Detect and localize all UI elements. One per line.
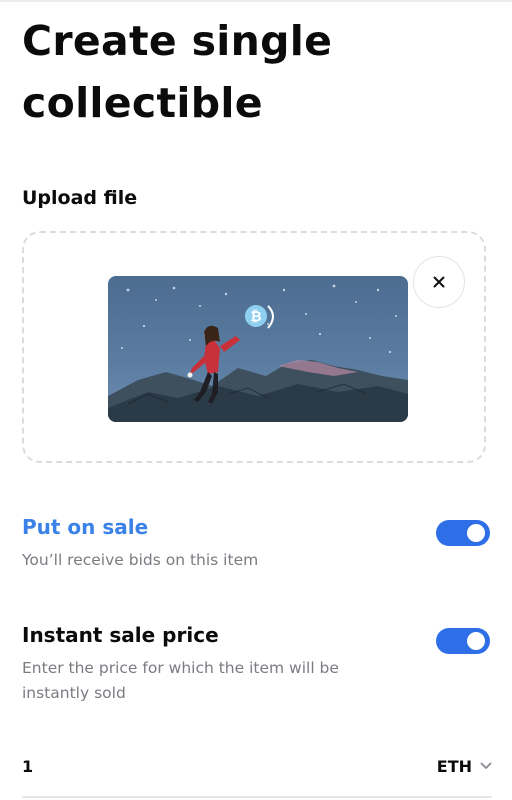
instant-sale-price-row: Instant sale price Enter the price for w… [22, 620, 490, 706]
put-on-sale-description: You’ll receive bids on this item [22, 551, 259, 569]
upload-file-label: Upload file [22, 187, 138, 209]
instant-sale-price-title: Instant sale price [22, 623, 219, 647]
top-divider [0, 0, 512, 2]
instant-sale-price-toggle[interactable] [436, 628, 490, 654]
remove-file-button[interactable] [413, 256, 465, 308]
instant-sale-price-description: Enter the price for which the item will … [22, 659, 339, 702]
currency-label: ETH [436, 756, 472, 776]
put-on-sale-toggle[interactable] [436, 520, 490, 546]
price-input[interactable] [22, 748, 322, 784]
toggle-knob [467, 524, 485, 542]
currency-select[interactable]: ETH [437, 748, 492, 784]
price-input-underline [22, 796, 492, 798]
page-title: Create single collectible [22, 17, 333, 127]
toggle-knob [467, 632, 485, 650]
svg-text:₿: ₿ [250, 309, 261, 325]
collectible-preview-image: ₿ [108, 276, 408, 422]
price-input-row: ETH [22, 748, 492, 784]
chevron-down-icon [480, 762, 492, 769]
put-on-sale-title: Put on sale [22, 515, 149, 539]
close-icon [433, 276, 445, 288]
upload-dropzone[interactable]: ₿ [22, 231, 486, 463]
put-on-sale-row: Put on sale You’ll receive bids on this … [22, 512, 490, 573]
